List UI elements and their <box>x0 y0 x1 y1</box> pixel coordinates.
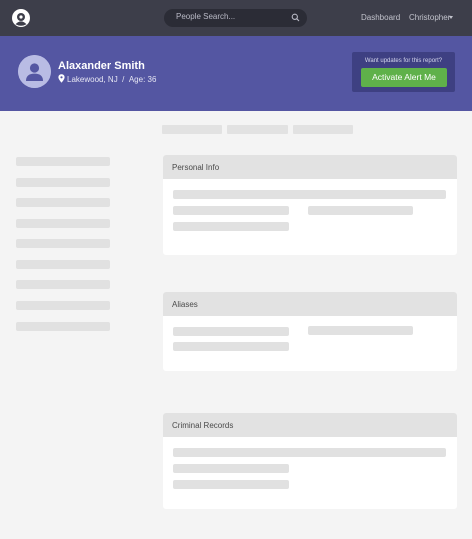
criminal-records-card: Criminal Records <box>163 413 457 509</box>
sidebar-item-placeholder[interactable] <box>16 219 110 228</box>
profile-age: Age: 36 <box>128 75 157 84</box>
search-placeholder: People Search... <box>176 12 236 21</box>
search-input[interactable]: People Search... <box>164 9 307 27</box>
activate-alert-button[interactable]: Activate Alert Me <box>361 68 447 87</box>
sidebar-item-placeholder[interactable] <box>16 198 110 207</box>
content-placeholder <box>173 448 446 457</box>
profile-location-age: Lakewood, NJ / Age: 36 <box>67 75 156 84</box>
content-placeholder <box>173 190 446 199</box>
content-placeholder <box>308 326 413 335</box>
nav-dashboard-link[interactable]: Dashboard <box>361 13 400 22</box>
sidebar-item-placeholder[interactable] <box>16 280 110 289</box>
sidebar-item-placeholder[interactable] <box>16 301 110 310</box>
chevron-down-icon[interactable] <box>449 16 453 19</box>
content-placeholder <box>308 206 413 215</box>
user-menu[interactable]: Christopher <box>409 13 450 22</box>
aliases-card: Aliases <box>163 292 457 371</box>
card-header: Criminal Records <box>163 413 457 437</box>
card-title: Aliases <box>172 300 198 309</box>
location-pin-icon <box>58 74 65 83</box>
content-placeholder <box>173 342 289 351</box>
content-placeholder <box>173 222 289 231</box>
sidebar-item-placeholder[interactable] <box>16 239 110 248</box>
user-icon <box>18 55 51 88</box>
personal-info-card: Personal Info <box>163 155 457 255</box>
tab-placeholder[interactable] <box>227 125 288 134</box>
content-placeholder <box>173 480 289 489</box>
profile-location: Lakewood, NJ <box>67 75 118 84</box>
sidebar-item-placeholder[interactable] <box>16 260 110 269</box>
card-title: Criminal Records <box>172 421 234 430</box>
sidebar-item-placeholder[interactable] <box>16 322 110 331</box>
search-icon[interactable] <box>291 13 300 22</box>
card-title: Personal Info <box>172 163 220 172</box>
content-placeholder <box>173 464 289 473</box>
avatar <box>18 55 51 88</box>
sidebar-item-placeholder[interactable] <box>16 157 110 166</box>
content-placeholder <box>173 206 289 215</box>
card-header: Personal Info <box>163 155 457 179</box>
content-placeholder <box>173 327 289 336</box>
sidebar-item-placeholder[interactable] <box>16 178 110 187</box>
card-header: Aliases <box>163 292 457 316</box>
alert-panel: Want updates for this report? Activate A… <box>352 52 455 92</box>
separator: / <box>122 75 125 84</box>
logo-icon[interactable] <box>12 9 30 27</box>
tab-placeholder[interactable] <box>162 125 222 134</box>
alert-prompt: Want updates for this report? <box>364 58 443 64</box>
tab-placeholder[interactable] <box>293 125 353 134</box>
profile-name: Alaxander Smith <box>58 60 145 72</box>
top-navbar: People Search... Dashboard Christopher <box>0 0 472 36</box>
